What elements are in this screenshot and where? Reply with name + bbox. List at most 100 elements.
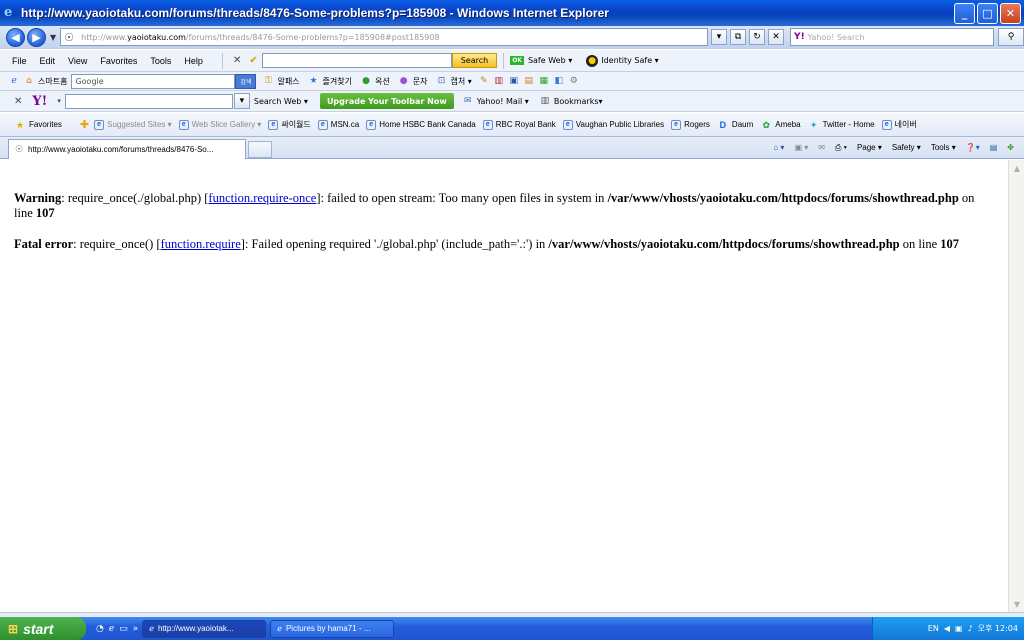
gear-icon[interactable]: ⚙ [568,75,580,87]
safe-web-button[interactable]: OK Safe Web ▾ [510,56,572,65]
feeds-button[interactable]: ▣ ▾ [794,143,808,152]
ok-badge-icon: OK [510,56,524,65]
menu-tools[interactable]: Tools [150,56,171,66]
tools-menu[interactable]: Tools ▾ [931,143,956,152]
quick-launch-more-icon[interactable]: » [133,624,139,634]
quick-launch-search-icon[interactable]: ◔ [96,624,104,634]
capture-button[interactable]: ⊡ 캡처 ▾ [435,75,472,87]
tab-active[interactable]: ☉ http://www.yaoiotaku.com/forums/thread… [8,138,246,159]
broom-icon[interactable]: ✎ [478,75,490,87]
task-pictures-window[interactable]: ℯ Pictures by hama71 - ... [270,619,395,638]
yahoo-search-input[interactable] [64,93,233,109]
network-icon[interactable]: ▣ [955,624,963,633]
vertical-scrollbar[interactable]: ▲ ▼ [1008,160,1024,612]
menu-favorites[interactable]: Favorites [100,56,137,66]
address-bar[interactable]: ☉ http://www.yaoiotaku.com/forums/thread… [60,28,709,46]
volume-icon[interactable]: ♪ [968,624,973,633]
menu-help[interactable]: Help [184,56,203,66]
star-icon: ★ [309,76,318,86]
norton-check-icon[interactable]: ✔ [249,55,257,66]
compatibility-icon[interactable]: ⧉ [730,29,747,45]
favorites-button[interactable]: ★ Favorites [14,119,62,131]
book-icon[interactable]: ▥ [493,75,505,87]
yahoo-search-dropdown[interactable]: ▾ [233,93,250,109]
ie-page-icon: e [268,119,279,130]
notes-icon[interactable]: ▤ [523,75,535,87]
refresh-icon[interactable]: ↻ [749,29,766,45]
minimize-button[interactable]: _ [954,3,975,24]
window-controls: _ □ ✕ [954,3,1021,24]
scroll-down-icon[interactable]: ▼ [1009,596,1024,612]
menu-view[interactable]: View [68,56,87,66]
twitter-icon: ✦ [809,119,818,130]
blue-tool-icon[interactable]: ◧ [553,75,565,87]
fav-daum[interactable]: D Daum [717,119,754,131]
address-dropdown-button[interactable]: ▾ [711,29,728,45]
smart-home-button[interactable]: ⌂ 스마트홈 [23,75,67,87]
fav-rogers[interactable]: e Rogers [671,119,710,130]
menu-file[interactable]: File [12,56,27,66]
back-button[interactable]: ◀ [6,27,25,47]
google-search-button[interactable]: 검색 [235,73,257,89]
maximize-button[interactable]: □ [977,3,998,24]
ie-small-icon[interactable]: ℯ [8,75,20,87]
forward-button[interactable]: ▶ [27,27,46,47]
home-button[interactable]: ⌂ ▾ [773,143,784,152]
fav-cyworld[interactable]: e 싸이월드 [268,119,311,130]
quick-launch-ie-icon[interactable]: ℯ [109,624,114,634]
search-web-button[interactable]: Search Web ▾ [254,97,308,106]
help-icon[interactable]: ❓▾ [966,143,980,152]
tray-back-icon[interactable]: ◀ [944,624,950,633]
search-go-icon[interactable]: ⚲ [998,28,1024,46]
yahoo-logo[interactable]: Y! [32,94,47,109]
alpass-button[interactable]: ⚿ 알패스 [262,75,300,87]
identity-safe-icon: ● [586,54,599,67]
save-icon[interactable]: ▣ [508,75,520,87]
quick-launch-desktop-icon[interactable]: ▭ [119,624,128,634]
fav-msn[interactable]: e MSN.ca [317,119,359,130]
auction-button[interactable]: ● 옥션 [360,75,390,87]
close-toolbar-icon[interactable]: ✕ [233,55,241,66]
menu-edit[interactable]: Edit [40,56,56,66]
research-icon[interactable]: ▤ [990,143,998,152]
green-tool-icon[interactable]: ▦ [538,75,550,87]
history-dropdown-icon[interactable]: ▼ [50,33,56,42]
google-search-input[interactable]: Google [71,73,236,89]
fav-rbc[interactable]: e RBC Royal Bank [482,119,556,130]
function-require-once-link[interactable]: function.require-once [208,191,316,205]
messenger-icon[interactable]: ✤ [1007,143,1014,152]
clock[interactable]: 오후 12:04 [978,623,1018,634]
add-favorite-icon[interactable]: ✚ [80,118,89,131]
fav-web-slice-gallery[interactable]: e Web Slice Gallery ▾ [178,119,261,130]
fav-vaughan-library[interactable]: e Vaughan Public Libraries [562,119,664,130]
identity-safe-button[interactable]: ● Identity Safe ▾ [586,54,659,67]
norton-search-input[interactable] [261,53,452,68]
task-ie-window[interactable]: ℯ http://www.yaoiotak... [142,619,267,638]
yahoo-dropdown-icon[interactable]: ▾ [57,97,61,105]
new-tab-button[interactable] [248,141,272,158]
function-require-link[interactable]: function.require [161,237,241,251]
fav-ameba[interactable]: ✿ Ameba [760,119,800,131]
fav-twitter[interactable]: ✦ Twitter - Home [808,119,875,131]
stop-icon[interactable]: ✕ [768,29,785,45]
bookmarks-yahoo-button[interactable]: ▥ Bookmarks ▾ [539,95,603,107]
scroll-up-icon[interactable]: ▲ [1009,160,1024,176]
read-mail-button[interactable]: ✉ [818,143,825,152]
language-indicator[interactable]: EN [928,624,939,633]
mail-icon: ✉ [463,96,472,106]
start-button[interactable]: ⊞ start [0,617,86,640]
print-button[interactable]: ⎙ ▾ [835,143,847,153]
sms-button[interactable]: ● 문자 [398,75,428,87]
safety-menu[interactable]: Safety ▾ [892,143,921,152]
fav-hsbc[interactable]: e Home HSBC Bank Canada [366,119,476,130]
bookmarks-button[interactable]: ★ 즐겨찾기 [308,75,353,87]
page-menu[interactable]: Page ▾ [857,143,882,152]
fav-suggested-sites[interactable]: e Suggested Sites ▾ [94,119,172,130]
norton-search-button[interactable]: Search [451,53,498,68]
yahoo-mail-button[interactable]: ✉ Yahoo! Mail ▾ [462,95,529,107]
fav-naver[interactable]: e 네이버 [881,119,917,130]
search-input[interactable]: Y! Yahoo! Search [790,28,995,46]
close-button[interactable]: ✕ [1000,3,1021,24]
upgrade-toolbar-button[interactable]: Upgrade Your Toolbar Now [319,93,454,109]
close-yahoo-toolbar-icon[interactable]: ✕ [14,96,22,107]
